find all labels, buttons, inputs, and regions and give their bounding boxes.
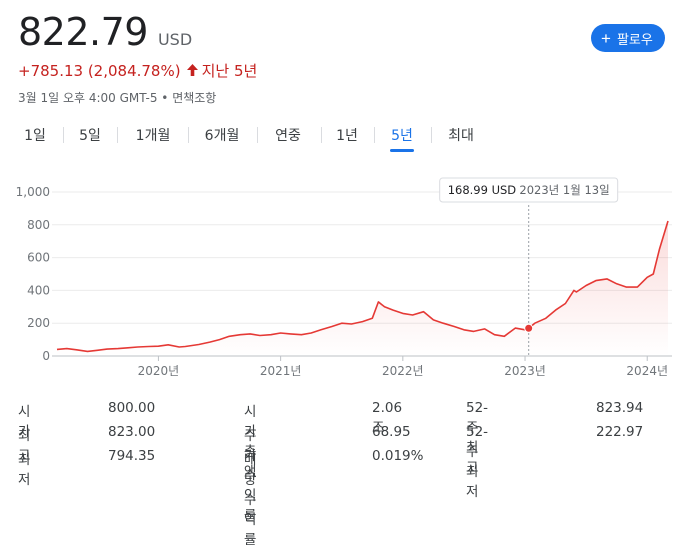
tab-divider bbox=[63, 127, 64, 143]
stat-value: 823.94 bbox=[596, 400, 643, 416]
stat-label: 배당수익률 bbox=[244, 448, 256, 548]
tab-divider bbox=[431, 127, 432, 143]
tab-divider bbox=[188, 127, 189, 143]
y-tick-label: 800 bbox=[27, 218, 50, 232]
stat-label: 52-주 최저 bbox=[466, 424, 488, 500]
y-tick-label: 1,000 bbox=[16, 185, 50, 199]
tooltip-date: 2023년 1월 13일 bbox=[519, 183, 609, 197]
tab-range-4[interactable]: 연중 bbox=[266, 118, 310, 152]
plus-icon: + bbox=[601, 30, 611, 47]
tab-range-5[interactable]: 1년 bbox=[332, 118, 362, 152]
tab-divider bbox=[117, 127, 118, 143]
x-tick-label: 2023년 bbox=[504, 364, 546, 378]
arrow-up-icon bbox=[187, 62, 198, 80]
x-tick-label: 2022년 bbox=[382, 364, 424, 378]
price-area-fill bbox=[57, 221, 668, 356]
currency-label: USD bbox=[158, 30, 192, 49]
y-tick-label: 0 bbox=[42, 349, 50, 363]
y-tick-label: 600 bbox=[27, 251, 50, 265]
tab-range-0[interactable]: 1일 bbox=[20, 118, 50, 152]
tab-range-2[interactable]: 1개월 bbox=[128, 118, 178, 152]
stat-value: 0.019% bbox=[372, 448, 423, 464]
tab-divider bbox=[374, 127, 375, 143]
stat-value: 800.00 bbox=[108, 400, 155, 416]
tab-range-3[interactable]: 6개월 bbox=[197, 118, 247, 152]
price-chart: 1,000 800 600 400 200 0 2020년 2021년 2022년 2023년 2… bbox=[0, 170, 694, 395]
tooltip-marker bbox=[525, 324, 533, 332]
tab-range-6[interactable]: 5년 bbox=[386, 118, 418, 152]
range-tabs: 1일 5일 1개월 6개월 연중 1년 5년 최대 bbox=[0, 118, 694, 156]
y-tick-label: 200 bbox=[27, 316, 50, 330]
current-price: 822.79 bbox=[18, 10, 148, 54]
stat-value: 222.97 bbox=[596, 424, 643, 440]
stat-value: 823.00 bbox=[108, 424, 155, 440]
tab-divider bbox=[257, 127, 258, 143]
tab-range-1[interactable]: 5일 bbox=[75, 118, 105, 152]
y-tick-label: 400 bbox=[27, 283, 50, 297]
x-tick-label: 2021년 bbox=[260, 364, 302, 378]
follow-button-label: 팔로우 bbox=[617, 29, 653, 48]
x-tick-label: 2024년 bbox=[626, 364, 668, 378]
stat-value: 794.35 bbox=[108, 448, 155, 464]
tab-divider bbox=[321, 127, 322, 143]
period-label: 지난 5년 bbox=[202, 60, 258, 81]
stat-value: 68.95 bbox=[372, 424, 411, 440]
price-header: 822.79 USD bbox=[18, 10, 192, 54]
change-value: +785.13 (2,084.78%) bbox=[18, 62, 181, 80]
x-tick-label: 2020년 bbox=[138, 364, 180, 378]
timestamp-disclaimer: 3월 1일 오후 4:00 GMT-5 • 면책조항 bbox=[18, 89, 216, 106]
tab-range-7[interactable]: 최대 bbox=[444, 118, 478, 152]
tooltip-price: 168.99 USD bbox=[448, 183, 517, 197]
stat-label: 최저 bbox=[18, 448, 30, 488]
follow-button[interactable]: + 팔로우 bbox=[591, 24, 665, 52]
price-change: +785.13 (2,084.78%) 지난 5년 bbox=[18, 60, 257, 81]
